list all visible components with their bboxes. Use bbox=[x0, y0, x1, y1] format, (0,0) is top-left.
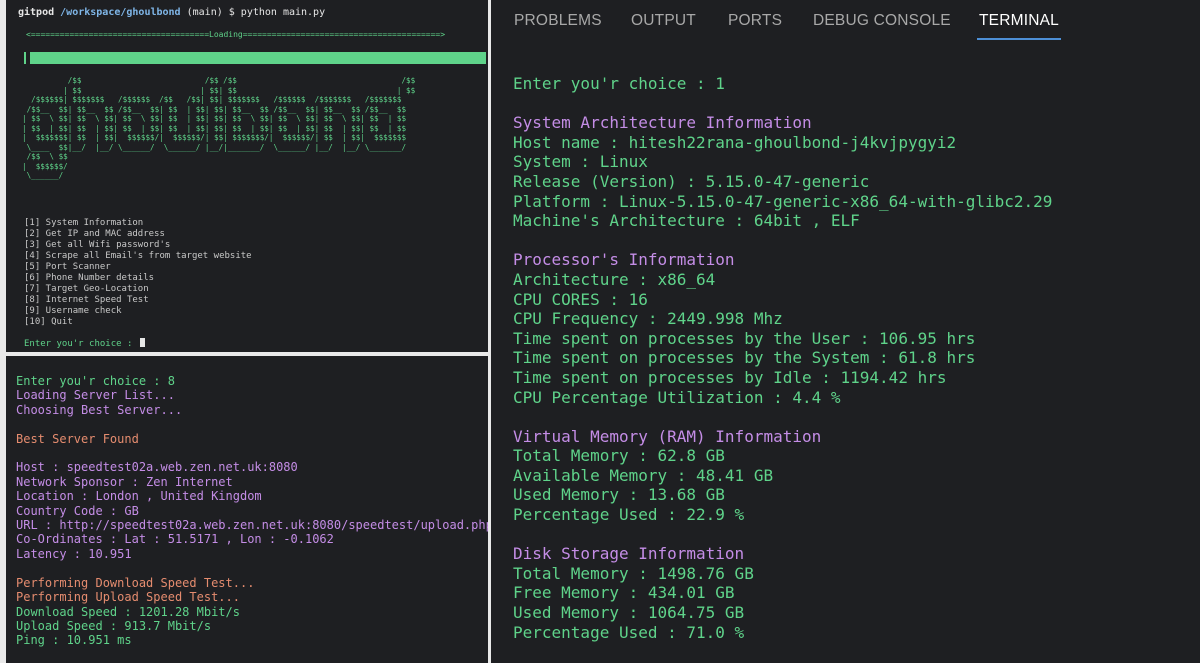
output-line: CPU CORES : 16 bbox=[513, 289, 648, 309]
output-line: Time spent on processes by Idle : 1194.4… bbox=[513, 367, 947, 387]
output-line: Country Code : GB bbox=[16, 503, 139, 518]
prompt-branch: (main) bbox=[186, 7, 223, 18]
output-line: CPU Frequency : 2449.998 Mhz bbox=[513, 309, 783, 329]
terminal-panel-system-info[interactable]: PROBLEMS OUTPUT PORTS DEBUG CONSOLE TERM… bbox=[491, 0, 1200, 663]
choice-input-line[interactable]: Enter you'r choice : bbox=[24, 338, 145, 349]
menu-item: [8] Internet Speed Test bbox=[24, 295, 149, 305]
output-line: Release (Version) : 5.15.0-47-generic bbox=[513, 171, 870, 191]
progress-bar-edge bbox=[24, 52, 26, 64]
output-line: Used Memory : 1064.75 GB bbox=[513, 603, 745, 623]
output-line: Time spent on processes by the System : … bbox=[513, 348, 976, 368]
section-header: Processor's Information bbox=[513, 250, 735, 270]
shell-prompt: gitpod /workspace/ghoulbond (main) $ pyt… bbox=[18, 6, 325, 20]
speedtest-output: Enter you'r choice : 8 Loading Server Li… bbox=[16, 374, 488, 648]
output-line: Download Speed : 1201.28 Mbit/s bbox=[16, 604, 240, 619]
choice-prompt: Enter you'r choice : bbox=[24, 339, 138, 349]
main-menu: [1] System Information [2] Get IP and MAC… bbox=[24, 218, 252, 328]
menu-item: [9] Username check bbox=[24, 306, 122, 316]
menu-item: [3] Get all Wifi password's bbox=[24, 240, 171, 250]
terminal-pane-startup[interactable]: gitpod /workspace/ghoulbond (main) $ pyt… bbox=[6, 0, 488, 352]
menu-item: [4] Scrape all Email's from target websi… bbox=[24, 251, 252, 261]
output-line: Loading Server List... bbox=[16, 388, 175, 403]
output-line: Total Memory : 62.8 GB bbox=[513, 446, 725, 466]
menu-item: [5] Port Scanner bbox=[24, 262, 111, 272]
output-line: Network Sponsor : Zen Internet bbox=[16, 474, 233, 489]
menu-item: [7] Target Geo-Location bbox=[24, 284, 149, 294]
output-line: Latency : 10.951 bbox=[16, 546, 132, 561]
output-line: Percentage Used : 71.0 % bbox=[513, 622, 745, 642]
prompt-user: gitpod bbox=[18, 7, 55, 18]
output-line: Upload Speed : 913.7 Mbit/s bbox=[16, 618, 212, 633]
tab-problems[interactable]: PROBLEMS bbox=[514, 12, 602, 30]
output-line: CPU Percentage Utilization : 4.4 % bbox=[513, 387, 841, 407]
output-line: Machine's Architecture : 64bit , ELF bbox=[513, 211, 860, 231]
output-line: Co-Ordinates : Lat : 51.5171 , Lon : -0.… bbox=[16, 532, 334, 547]
tab-output[interactable]: OUTPUT bbox=[631, 12, 696, 30]
output-line: Free Memory : 434.01 GB bbox=[513, 583, 735, 603]
output-line: Used Memory : 13.68 GB bbox=[513, 485, 725, 505]
output-line: Performing Download Speed Test... bbox=[16, 575, 255, 590]
tab-ports[interactable]: PORTS bbox=[728, 12, 782, 30]
loading-banner: <=====================================Lo… bbox=[26, 30, 446, 39]
output-line: Available Memory : 48.41 GB bbox=[513, 465, 774, 485]
menu-item: [6] Phone Number details bbox=[24, 273, 155, 283]
output-line: Enter you'r choice : 1 bbox=[513, 74, 725, 93]
active-tab-indicator bbox=[977, 38, 1061, 40]
output-line: Choosing Best Server... bbox=[16, 402, 183, 417]
menu-item: [10] Quit bbox=[24, 317, 73, 327]
ghoulbond-ascii-logo: /$$ /$$ /$$ /$$ | $$ | $$| $$ | $$ /$$$$… bbox=[22, 76, 416, 180]
output-line: Time spent on processes by the User : 10… bbox=[513, 328, 976, 348]
menu-item: [2] Get IP and MAC address bbox=[24, 229, 165, 239]
output-line: Total Memory : 1498.76 GB bbox=[513, 563, 754, 583]
terminal-pane-speedtest[interactable]: Enter you'r choice : 8 Loading Server Li… bbox=[6, 356, 488, 663]
output-line: Host name : hitesh22rana-ghoulbond-j4kvj… bbox=[513, 132, 957, 152]
output-line: Enter you'r choice : 8 bbox=[16, 374, 175, 388]
output-line: Architecture : x86_64 bbox=[513, 269, 716, 289]
progress-bar-fill bbox=[30, 52, 486, 64]
prompt-path: /workspace/ghoulbond bbox=[60, 7, 181, 18]
output-line: Location : London , United Kingdom bbox=[16, 489, 262, 504]
section-header: System Architecture Information bbox=[513, 113, 812, 133]
output-line: Best Server Found bbox=[16, 431, 139, 446]
output-line: Platform : Linux-5.15.0-47-generic-x86_6… bbox=[513, 191, 1053, 211]
system-info-output: Enter you'r choice : 1 System Architectu… bbox=[513, 74, 1052, 642]
output-line: Percentage Used : 22.9 % bbox=[513, 505, 745, 525]
loading-progress-bar bbox=[24, 52, 486, 64]
output-line: Performing Upload Speed Test... bbox=[16, 590, 240, 605]
section-header: Virtual Memory (RAM) Information bbox=[513, 426, 822, 446]
tab-terminal[interactable]: TERMINAL bbox=[979, 12, 1059, 30]
output-line: System : Linux bbox=[513, 152, 648, 172]
prompt-command: $ python main.py bbox=[228, 7, 326, 18]
tab-debug-console[interactable]: DEBUG CONSOLE bbox=[813, 12, 951, 30]
text-cursor bbox=[139, 338, 145, 347]
section-header: Disk Storage Information bbox=[513, 544, 745, 564]
output-line: Host : speedtest02a.web.zen.net.uk:8080 bbox=[16, 460, 298, 475]
output-line: Ping : 10.951 ms bbox=[16, 633, 132, 648]
output-line: URL : http://speedtest02a.web.zen.net.uk… bbox=[16, 518, 488, 533]
menu-item: [1] System Information bbox=[24, 218, 144, 228]
